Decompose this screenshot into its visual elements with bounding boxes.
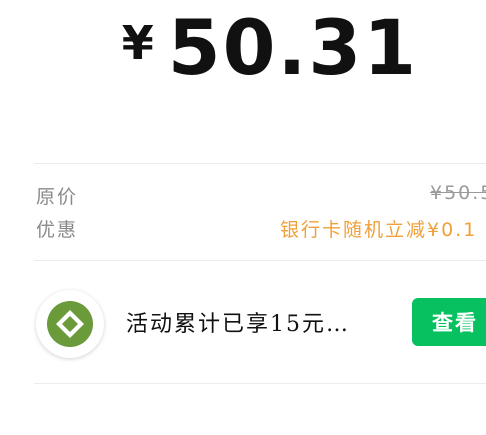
original-price-label: 原价 <box>36 186 79 208</box>
discount-value: 银行卡随机立减¥0.1 <box>280 219 478 241</box>
currency-symbol: ¥ <box>121 16 154 70</box>
payment-result-page: ¥50.31 原价 ¥50.5 优惠 银行卡随机立减¥0.1 活动累计已享15元… <box>0 0 486 435</box>
activity-summary-text: 活动累计已享15元… <box>126 312 350 337</box>
original-price-value: ¥50.5 <box>430 182 486 204</box>
divider-bottom <box>34 383 486 384</box>
bank-logo-icon-graphic <box>47 301 93 347</box>
discount-label: 优惠 <box>36 219 79 241</box>
view-button[interactable]: 查看 <box>412 298 486 346</box>
divider-top <box>34 163 486 164</box>
divider-middle <box>34 260 486 261</box>
paid-amount: 50.31 <box>167 3 419 92</box>
amount-display: ¥50.31 <box>0 6 486 90</box>
bank-logo-icon <box>36 290 104 358</box>
